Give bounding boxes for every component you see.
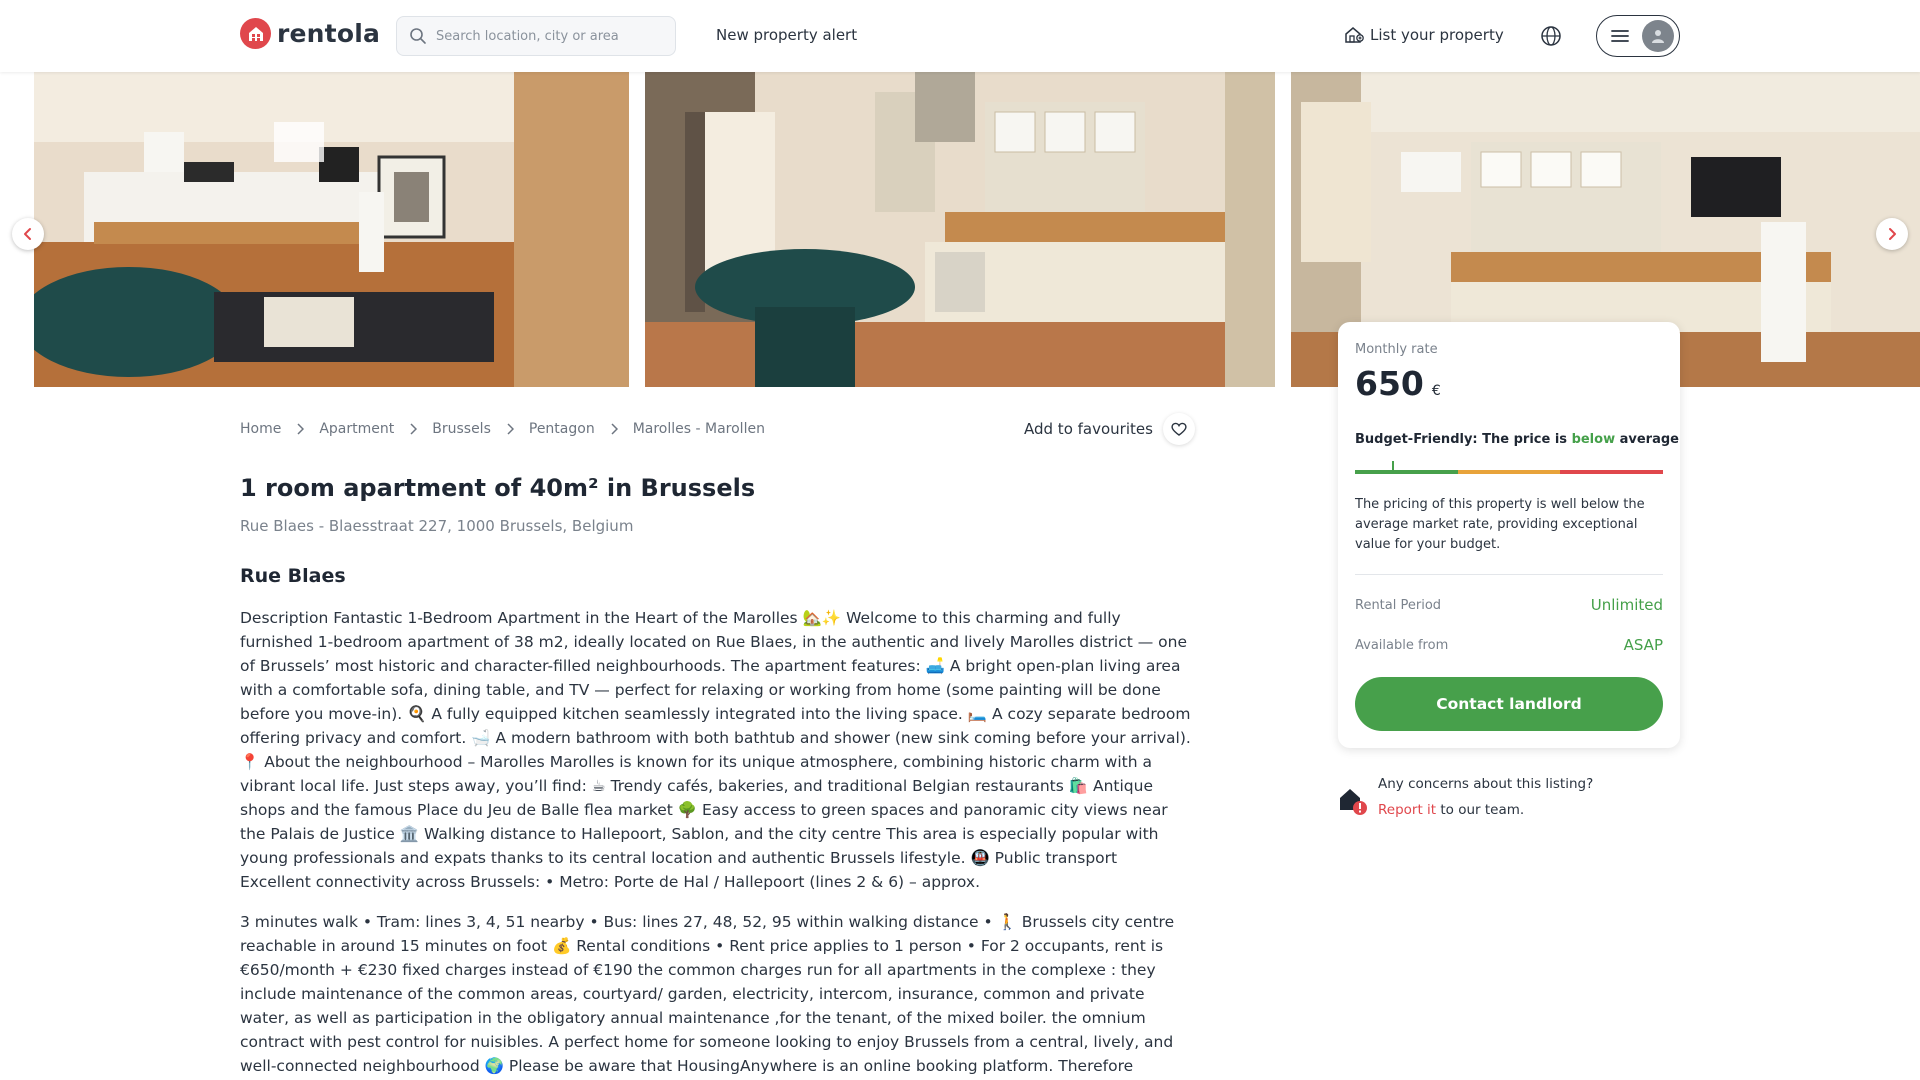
price-scale-bar [1355, 461, 1664, 474]
price-currency: € [1431, 383, 1441, 399]
top-header: rentola New property alert List your pro… [0, 0, 1920, 72]
scale-segment-low [1355, 470, 1458, 474]
gallery-next-button[interactable] [1876, 218, 1908, 250]
rental-period-label: Rental Period [1355, 597, 1442, 613]
chevron-right-icon [1889, 228, 1896, 240]
concerns-report-line: Report it to our team. [1378, 802, 1524, 818]
house-alert-icon [1338, 786, 1370, 820]
avatar [1642, 20, 1674, 52]
available-from-value: ASAP [1623, 636, 1663, 654]
page-title: 1 room apartment of 40m² in Brussels [240, 474, 756, 502]
budget-highlight: below [1571, 432, 1616, 447]
chevron-left-icon [24, 228, 31, 240]
chevron-right-icon [506, 423, 514, 435]
available-from-label: Available from [1355, 637, 1449, 653]
scale-segment-high [1560, 470, 1664, 474]
breadcrumb: Home Apartment Brussels Pentagon Marolle… [240, 421, 765, 437]
chevron-right-icon [296, 423, 305, 435]
rental-period-value: Unlimited [1590, 596, 1663, 614]
breadcrumb-marolles[interactable]: Marolles - Marollen [633, 421, 765, 437]
contact-landlord-button[interactable]: Contact landlord [1355, 677, 1663, 731]
price: 650 € [1355, 364, 1441, 403]
budget-prefix: Budget-Friendly: The price is [1355, 432, 1572, 447]
listing-subtitle: Rue Blaes [240, 565, 346, 587]
breadcrumb-pentagon[interactable]: Pentagon [529, 421, 595, 437]
listing-description: Description Fantastic 1-Bedroom Apartmen… [240, 609, 1191, 891]
search-input[interactable] [436, 28, 656, 44]
price-value: 650 [1355, 364, 1424, 403]
divider [1355, 574, 1663, 575]
concerns-box: Any concerns about this listing? Report … [1338, 772, 1680, 832]
list-property-link[interactable]: List your property [1344, 26, 1504, 44]
add-to-favourites-button[interactable]: Add to favourites [1024, 413, 1195, 445]
chevron-right-icon [409, 423, 418, 435]
gallery-prev-button[interactable] [12, 218, 44, 250]
report-link[interactable]: Report it [1378, 802, 1436, 818]
budget-rating: Budget-Friendly: The price is below aver… [1355, 432, 1679, 447]
monthly-rate-label: Monthly rate [1355, 342, 1438, 357]
favourites-label: Add to favourites [1024, 420, 1153, 438]
budget-suffix: average [1615, 432, 1679, 447]
breadcrumb-home[interactable]: Home [240, 421, 281, 437]
price-card: Monthly rate 650 € Budget-Friendly: The … [1338, 322, 1680, 748]
price-position-marker [1391, 461, 1394, 472]
hamburger-icon [1611, 30, 1629, 42]
search-box[interactable] [396, 16, 676, 56]
gallery-photo[interactable] [645, 72, 1275, 387]
logo-house-icon [240, 18, 271, 49]
heart-icon [1162, 413, 1195, 445]
house-plus-icon [1345, 27, 1364, 43]
list-property-label: List your property [1370, 26, 1504, 44]
pricing-description: The pricing of this property is well bel… [1355, 497, 1645, 552]
breadcrumb-apartment[interactable]: Apartment [319, 421, 394, 437]
gallery-photo[interactable] [34, 72, 629, 387]
report-suffix: to our team. [1436, 802, 1525, 818]
search-icon [410, 28, 426, 44]
user-menu-button[interactable] [1596, 15, 1680, 57]
chevron-right-icon [610, 423, 618, 435]
listing-description-continued: 3 minutes walk • Tram: lines 3, 4, 51 ne… [240, 913, 1175, 1075]
rental-period-row: Rental Period Unlimited [1355, 596, 1663, 614]
new-property-alert-link[interactable]: New property alert [716, 26, 857, 44]
breadcrumb-brussels[interactable]: Brussels [432, 421, 491, 437]
language-globe-icon[interactable] [1540, 25, 1562, 51]
user-icon [1652, 30, 1664, 43]
concerns-question: Any concerns about this listing? [1378, 776, 1594, 792]
logo-text: rentola [277, 19, 381, 48]
scale-segment-mid [1457, 470, 1561, 474]
available-from-row: Available from ASAP [1355, 636, 1663, 654]
listing-address: Rue Blaes - Blaesstraat 227, 1000 Brusse… [240, 517, 634, 535]
rentola-logo[interactable]: rentola [240, 18, 380, 49]
